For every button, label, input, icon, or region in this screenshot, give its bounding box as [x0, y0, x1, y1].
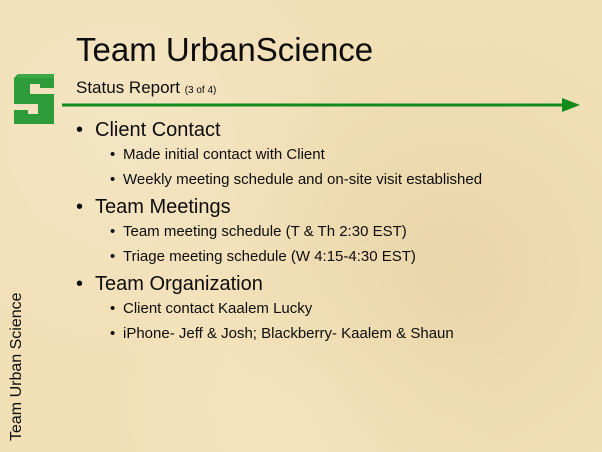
- bullet-icon: •: [110, 300, 116, 317]
- side-label: Team Urban Science: [8, 292, 25, 441]
- bullet-icon: •: [110, 146, 116, 163]
- arrow-divider-icon: [62, 98, 580, 112]
- section-team-organization: • Team Organization • Client contact Kaa…: [76, 272, 591, 343]
- section-heading: Team Meetings: [95, 196, 231, 218]
- list-item: • Weekly meeting schedule and on-site vi…: [95, 171, 591, 189]
- list-item: • iPhone- Jeff & Josh; Blackberry- Kaale…: [95, 325, 591, 343]
- list-item-text: Made initial contact with Client: [123, 146, 325, 163]
- section-heading: Team Organization: [95, 273, 263, 295]
- bullet-icon: •: [110, 325, 116, 342]
- bullet-icon: •: [76, 196, 84, 218]
- sub-list: • Made initial contact with Client • Wee…: [95, 146, 591, 189]
- list-item-text: iPhone- Jeff & Josh; Blackberry- Kaalem …: [123, 325, 454, 342]
- sub-list: • Client contact Kaalem Lucky • iPhone- …: [95, 300, 591, 343]
- bullet-icon: •: [110, 248, 116, 265]
- list-item-text: Triage meeting schedule (W 4:15-4:30 EST…: [123, 248, 416, 265]
- bullet-icon: •: [110, 223, 116, 240]
- list-item-text: Team meeting schedule (T & Th 2:30 EST): [123, 223, 407, 240]
- list-item: • Client contact Kaalem Lucky: [95, 300, 591, 318]
- slide-content: • Client Contact • Made initial contact …: [76, 118, 591, 343]
- slide-title: Team UrbanScience: [76, 31, 374, 68]
- slide: Team UrbanScience Status Report (3 of 4)…: [0, 0, 602, 452]
- list-item: • Team meeting schedule (T & Th 2:30 EST…: [95, 223, 591, 241]
- msu-spartan-s-logo-icon: [14, 74, 54, 124]
- sub-list: • Team meeting schedule (T & Th 2:30 EST…: [95, 223, 591, 266]
- bullet-icon: •: [110, 171, 116, 188]
- bullet-icon: •: [76, 273, 84, 295]
- list-item: • Made initial contact with Client: [95, 146, 591, 164]
- list-item: • Triage meeting schedule (W 4:15-4:30 E…: [95, 248, 591, 266]
- list-item-text: Weekly meeting schedule and on-site visi…: [123, 171, 483, 188]
- section-client-contact: • Client Contact • Made initial contact …: [76, 118, 591, 189]
- bullet-icon: •: [76, 119, 84, 141]
- list-item-text: Client contact Kaalem Lucky: [123, 300, 313, 317]
- section-team-meetings: • Team Meetings • Team meeting schedule …: [76, 195, 591, 266]
- section-heading: Client Contact: [95, 119, 221, 141]
